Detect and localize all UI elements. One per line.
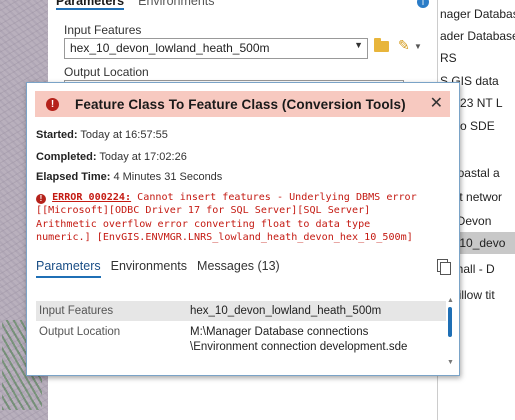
elapsed-label: Elapsed Time: — [36, 171, 111, 183]
param-value-line-2: \Environment connection development.sde — [190, 341, 408, 353]
started-value: Today at 16:57:55 — [80, 129, 168, 141]
dropdown-arrow-icon[interactable]: ▼ — [354, 40, 363, 50]
param-value: hex_10_devon_lowland_heath_500m — [190, 305, 382, 317]
error-line-1: Cannot insert features - Underlying DBMS… — [137, 192, 417, 203]
folder-icon[interactable] — [374, 38, 389, 52]
catalog-item[interactable]: RS — [438, 47, 515, 69]
completed-value: Today at 17:02:26 — [99, 151, 187, 163]
scroll-up-icon[interactable]: ▲ — [447, 297, 454, 304]
error-code-link[interactable]: ERROR 000224: — [52, 192, 131, 203]
elapsed-value: 4 Minutes 31 Seconds — [113, 171, 223, 183]
table-row: Output Location M:\Manager Database conn… — [36, 321, 446, 355]
error-line-2: [[Microsoft][ODBC Driver 17 for SQL Serv… — [36, 205, 371, 217]
error-line-4: numeric.] [EnvGIS.ENVMGR.LNRS_lowland_he… — [36, 231, 413, 243]
copy-icon[interactable] — [437, 259, 451, 275]
chevron-down-icon[interactable]: ▼ — [414, 42, 422, 51]
param-value-line-1: M:\Manager Database connections — [190, 326, 369, 338]
parameters-table: Input Features hex_10_devon_lowland_heat… — [36, 301, 446, 355]
catalog-item[interactable]: ader Database — [438, 25, 515, 47]
error-line-3: Arithmetic overflow error converting flo… — [36, 218, 371, 230]
started-row: Started: Today at 16:57:55 — [36, 129, 168, 141]
pane-tabs: Parameters Environments — [56, 0, 215, 10]
started-label: Started: — [36, 129, 78, 141]
dialog-header: ! Feature Class To Feature Class (Conver… — [35, 91, 450, 117]
tab-environments[interactable]: Environments — [111, 259, 187, 278]
input-features-value: hex_10_devon_lowland_heath_500m — [70, 41, 270, 55]
catalog-item[interactable]: nager Databas — [438, 3, 515, 25]
input-features-combo[interactable]: hex_10_devon_lowland_heath_500m ▼ — [64, 38, 368, 59]
dialog-tabs: Parameters Environments Messages (13) — [36, 259, 280, 278]
completed-row: Completed: Today at 17:02:26 — [36, 151, 187, 163]
table-row: Input Features hex_10_devon_lowland_heat… — [36, 301, 446, 321]
elapsed-row: Elapsed Time: 4 Minutes 31 Seconds — [36, 171, 222, 183]
output-location-label: Output Location — [64, 65, 149, 79]
completed-label: Completed: — [36, 151, 97, 163]
help-icon[interactable]: i — [417, 0, 429, 8]
input-features-label: Input Features — [64, 23, 142, 37]
scrollbar[interactable]: ▲ ▼ — [446, 297, 454, 367]
error-message: ! ERROR 000224: Cannot insert features -… — [36, 191, 454, 244]
param-value: M:\Manager Database connections \Environ… — [190, 325, 407, 355]
error-icon: ! — [46, 97, 59, 111]
tab-messages[interactable]: Messages (13) — [197, 259, 280, 278]
close-icon[interactable]: ✕ — [430, 93, 443, 113]
pencil-icon[interactable]: ✎ — [398, 37, 410, 54]
pane-tab-environments[interactable]: Environments — [138, 0, 214, 10]
error-dialog: ! Feature Class To Feature Class (Conver… — [26, 82, 460, 376]
error-small-icon: ! — [36, 194, 46, 204]
param-name: Output Location — [39, 326, 121, 338]
scroll-down-icon[interactable]: ▼ — [447, 359, 454, 366]
tab-parameters[interactable]: Parameters — [36, 259, 101, 278]
scrollbar-thumb[interactable] — [448, 307, 452, 337]
pane-tab-parameters[interactable]: Parameters — [56, 0, 125, 10]
param-name: Input Features — [39, 305, 114, 317]
dialog-title: Feature Class To Feature Class (Conversi… — [75, 96, 406, 112]
